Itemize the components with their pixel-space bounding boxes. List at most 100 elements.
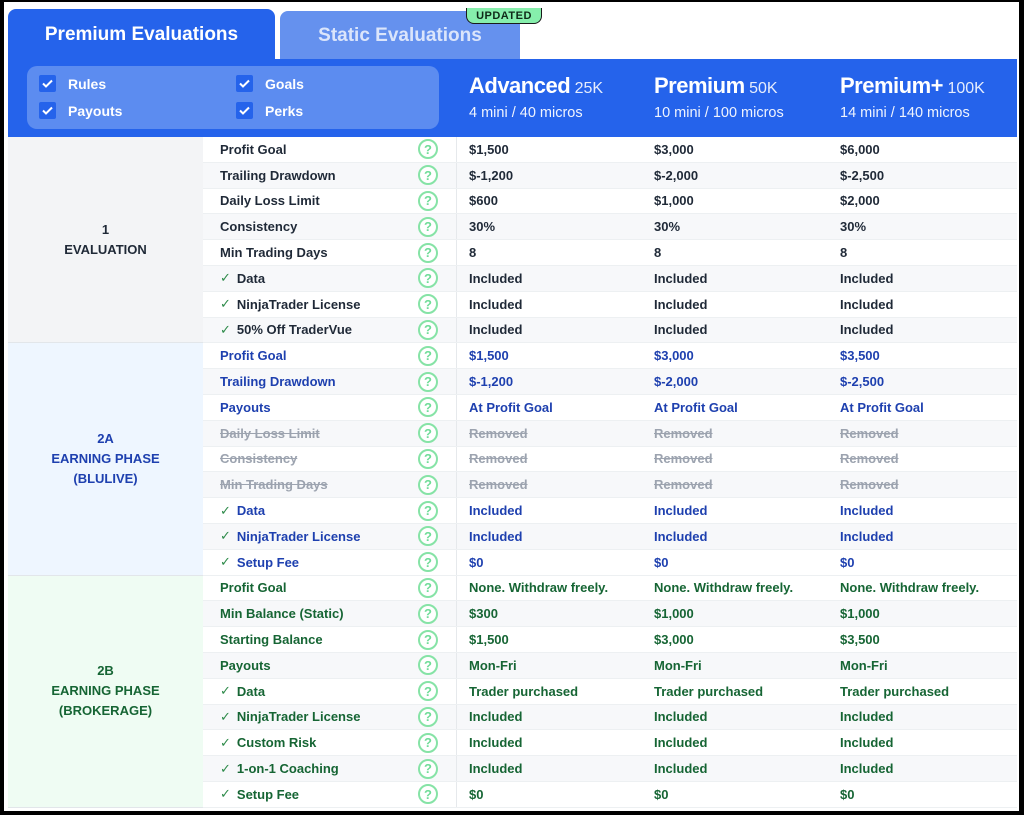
cell-value: $2,000 [840, 193, 880, 209]
help-icon[interactable]: ? [418, 500, 438, 521]
help-icon[interactable]: ? [418, 526, 438, 547]
row-label-text: Min Trading Days [220, 477, 328, 493]
cell-value: Included [469, 270, 523, 286]
check-icon: ✓ [220, 683, 231, 699]
cell-value: Included [654, 709, 708, 725]
column-divider [456, 498, 457, 523]
row-label-text: 1-on-1 Coaching [236, 761, 339, 777]
cell-value: Included [840, 322, 894, 338]
help-icon[interactable]: ? [418, 371, 438, 392]
help-icon[interactable]: ? [418, 165, 438, 186]
column-divider [456, 472, 457, 498]
cell-value: Included [840, 503, 894, 519]
help-icon[interactable]: ? [418, 758, 438, 779]
cell-value: Trader purchased [840, 683, 950, 699]
help-icon[interactable]: ? [418, 423, 438, 444]
row-label-text: Data [236, 503, 266, 519]
plan-size: 100K [947, 80, 985, 97]
help-icon[interactable]: ? [418, 655, 438, 676]
cell-value: $1,500 [469, 348, 509, 364]
filter-rules[interactable]: Rules [39, 75, 106, 92]
help-icon[interactable]: ? [418, 242, 438, 263]
help-icon[interactable]: ? [418, 577, 438, 598]
cell-value: $-2,500 [840, 374, 885, 390]
table-row: Consistency? 30% 30% 30% [203, 214, 1017, 241]
cell-value: Included [469, 528, 523, 544]
help-icon[interactable]: ? [418, 216, 438, 237]
help-icon[interactable]: ? [418, 397, 438, 418]
check-icon: ✓ [220, 296, 231, 312]
filter-payouts-label: Payouts [68, 102, 123, 119]
checkbox-checked-icon[interactable] [236, 75, 253, 92]
row-label-text: Daily Loss Limit [220, 425, 320, 441]
section-earning-blulive: 2A EARNING PHASE (BLULIVE) Profit Goal? $1,5… [8, 343, 1017, 576]
plan-column-premium-plus: Premium+ 100K 14 mini / 140 micros [840, 73, 985, 121]
column-divider [456, 730, 457, 756]
cell-value: Included [840, 528, 894, 544]
filter-payouts[interactable]: Payouts [39, 102, 122, 119]
cell-value: Included [654, 528, 708, 544]
cell-value: $3,500 [840, 348, 880, 364]
help-icon[interactable]: ? [418, 294, 438, 315]
cell-value: $0 [654, 554, 669, 570]
plan-name: Premium [654, 73, 745, 98]
row-label: Min Trading Days [220, 245, 328, 260]
help-icon[interactable]: ? [418, 603, 438, 624]
plan-size: 25K [574, 80, 604, 97]
plan-name: Advanced [469, 73, 571, 98]
column-divider [456, 781, 457, 807]
help-icon[interactable]: ? [418, 448, 438, 469]
row-label-text: Custom Risk [236, 735, 317, 751]
cell-value: Included [840, 270, 894, 286]
help-icon[interactable]: ? [418, 706, 438, 727]
cell-value: None. Withdraw freely. [654, 580, 794, 596]
filter-panel: Rules Payouts Goals Perks [27, 66, 439, 129]
row-label: Daily Loss Limit [220, 426, 320, 441]
table-row: ✓ 1-on-1 Coaching? Included Included Include… [203, 756, 1017, 782]
cell-value: Included [840, 296, 894, 312]
help-icon[interactable]: ? [418, 139, 438, 160]
plan-size: 50K [749, 80, 778, 97]
help-icon[interactable]: ? [418, 681, 438, 702]
check-icon: ✓ [220, 502, 231, 518]
checkbox-checked-icon[interactable] [236, 102, 253, 119]
cell-value: $600 [469, 193, 498, 209]
cell-value: Trader purchased [654, 683, 764, 699]
row-label-text: Setup Fee [236, 786, 300, 802]
cell-value: $0 [840, 554, 855, 570]
cell-value: Mon-Fri [469, 657, 517, 673]
help-icon[interactable]: ? [418, 732, 438, 753]
cell-value: $-1,200 [469, 374, 514, 390]
table-row: ✓ NinjaTrader License? Included Included Inc… [203, 523, 1017, 550]
table-row: ✓ Setup Fee? $0 $0 $0 [203, 549, 1017, 576]
help-icon[interactable]: ? [418, 190, 438, 211]
filter-perks-label: Perks [265, 102, 304, 119]
cell-value: Included [469, 296, 523, 312]
row-label: ✓ NinjaTrader License [220, 709, 360, 725]
check-icon: ✓ [220, 786, 231, 802]
row-label: ✓ Setup Fee [220, 786, 299, 802]
cell-value: Included [654, 296, 708, 312]
section-subtitle: (BROKERAGE) [58, 703, 153, 719]
checkbox-checked-icon[interactable] [39, 102, 56, 119]
help-icon[interactable]: ? [418, 629, 438, 650]
table-row: ✓ NinjaTrader License? Included Included Inc… [203, 291, 1017, 318]
filter-perks[interactable]: Perks [236, 102, 303, 119]
table-row: Min Trading Days? 8 8 8 [203, 240, 1017, 266]
help-icon[interactable]: ? [418, 345, 438, 366]
filter-goals[interactable]: Goals [236, 75, 304, 92]
help-icon[interactable]: ? [418, 268, 438, 289]
tab-premium-evaluations[interactable]: Premium Evaluations [8, 9, 275, 61]
row-label: Trailing Drawdown [220, 374, 336, 389]
comparison-panel: Premium Evaluations Static Evaluations U… [4, 2, 1019, 811]
cell-value: Included [469, 503, 523, 519]
cell-value: $-2,500 [840, 167, 885, 183]
cell-value: Mon-Fri [840, 657, 888, 673]
help-icon[interactable]: ? [418, 474, 438, 495]
row-label-text: Data [236, 270, 266, 286]
help-icon[interactable]: ? [418, 319, 438, 340]
row-label-text: Data [236, 683, 266, 699]
checkbox-checked-icon[interactable] [39, 75, 56, 92]
help-icon[interactable]: ? [418, 784, 438, 805]
help-icon[interactable]: ? [418, 552, 438, 573]
